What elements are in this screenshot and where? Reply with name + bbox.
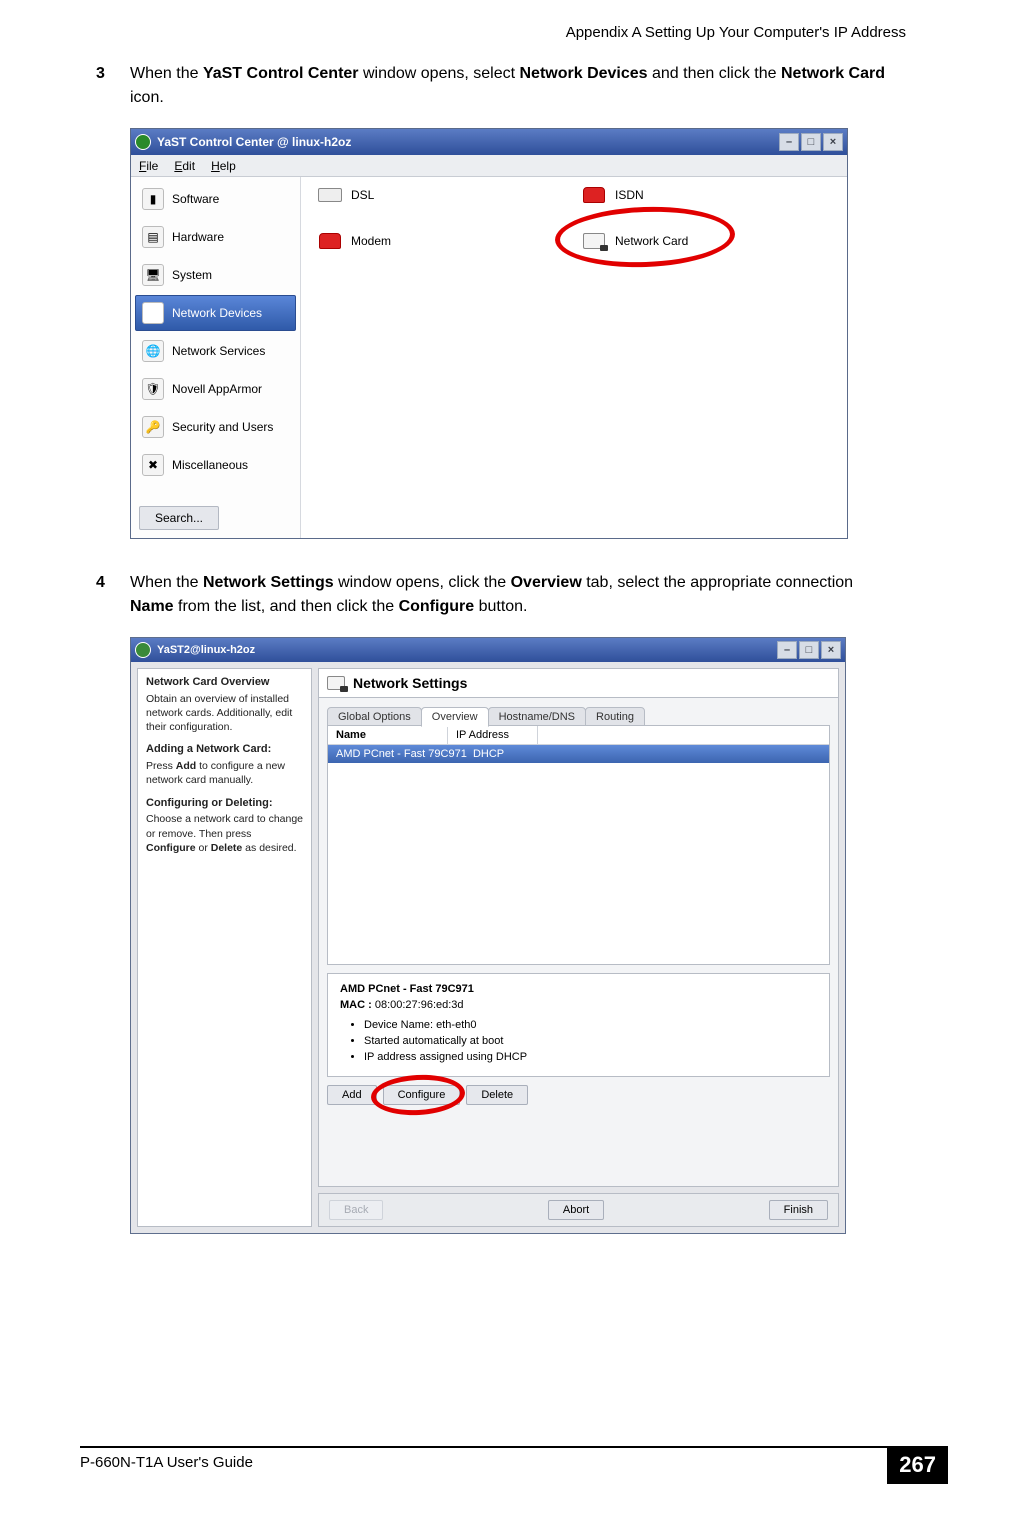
panel-title: Network Settings [318, 668, 839, 697]
sidebar-item-miscellaneous[interactable]: ✖Miscellaneous [135, 447, 296, 483]
detail-devname: Device Name: eth-eth0 [364, 1018, 817, 1034]
software-icon: ▮ [142, 188, 164, 210]
misc-icon: ✖ [142, 454, 164, 476]
help-p3: Choose a network card to change or remov… [146, 812, 303, 855]
network-services-icon: 🌐 [142, 340, 164, 362]
step-3-number: 3 [96, 62, 130, 110]
footer-guide: P-660N-T1A User's Guide [80, 1454, 253, 1471]
sidebar-item-software[interactable]: ▮Software [135, 181, 296, 217]
annotation-circle-network-card [554, 204, 736, 270]
window-titlebar: YaST Control Center @ linux-h2oz – □ × [131, 129, 847, 155]
sidebar-item-novell-apparmor[interactable]: 🛡Novell AppArmor [135, 371, 296, 407]
detail-model: AMD PCnet - Fast 79C971 [340, 982, 817, 998]
screenshot-network-settings: YaST2@linux-h2oz – □ × Network Card Over… [130, 637, 846, 1234]
list-row-selected[interactable]: AMD PCnet - Fast 79C971 DHCP [328, 745, 829, 763]
wizard-nav: Back Abort Finish [318, 1193, 839, 1227]
step-4-text: When the Network Settings window opens, … [130, 571, 886, 619]
help-h2: Adding a Network Card: [146, 742, 303, 757]
footer-rule [80, 1446, 948, 1448]
sidebar-item-hardware[interactable]: ▤Hardware [135, 219, 296, 255]
add-button[interactable]: Add [327, 1085, 377, 1105]
menu-help[interactable]: Help [211, 159, 236, 173]
back-button: Back [329, 1200, 383, 1220]
sidebar-item-system[interactable]: 🖥System [135, 257, 296, 293]
menubar: File Edit Help [131, 155, 847, 177]
card-details: AMD PCnet - Fast 79C971 MAC : 08:00:27:9… [327, 973, 830, 1077]
action-buttons: Add Configure Delete [327, 1085, 830, 1105]
sidebar-item-network-services[interactable]: 🌐Network Services [135, 333, 296, 369]
page-number: 267 [887, 1446, 948, 1484]
delete-button[interactable]: Delete [466, 1085, 528, 1105]
window-titlebar: YaST2@linux-h2oz – □ × [131, 638, 845, 662]
category-sidebar: ▮Software ▤Hardware 🖥System 🖧Network Dev… [131, 177, 301, 538]
maximize-button[interactable]: □ [801, 133, 821, 151]
window-title: YaST Control Center @ linux-h2oz [157, 135, 351, 149]
tab-global-options[interactable]: Global Options [327, 707, 422, 727]
close-button[interactable]: × [823, 133, 843, 151]
tabs: Global Options Overview Hostname/DNS Rou… [327, 706, 830, 726]
help-h3: Configuring or Deleting: [146, 796, 303, 811]
yast-icon [135, 134, 151, 150]
menu-edit[interactable]: Edit [174, 159, 195, 173]
help-panel: Network Card Overview Obtain an overview… [137, 668, 312, 1227]
col-name[interactable]: Name [328, 726, 448, 744]
detail-start: Started automatically at boot [364, 1034, 817, 1050]
sidebar-item-network-devices[interactable]: 🖧Network Devices [135, 295, 296, 331]
tab-hostname-dns[interactable]: Hostname/DNS [488, 707, 586, 727]
help-h1: Network Card Overview [146, 675, 303, 690]
hardware-icon: ▤ [142, 226, 164, 248]
help-p2: Press Add to configure a new network car… [146, 759, 303, 787]
annotation-circle-configure [370, 1072, 466, 1117]
network-devices-icon: 🖧 [142, 302, 164, 324]
security-icon: 🔑 [142, 416, 164, 438]
finish-button[interactable]: Finish [769, 1200, 828, 1220]
tab-overview[interactable]: Overview [421, 707, 489, 727]
minimize-button[interactable]: – [779, 133, 799, 151]
maximize-button[interactable]: □ [799, 641, 819, 659]
list-header: Name IP Address [328, 726, 829, 745]
apparmor-icon: 🛡 [142, 378, 164, 400]
running-header: Appendix A Setting Up Your Computer's IP… [566, 24, 906, 41]
screenshot-yast-control-center: YaST Control Center @ linux-h2oz – □ × F… [130, 128, 848, 539]
detail-ip-mode: IP address assigned using DHCP [364, 1050, 817, 1066]
window-title: YaST2@linux-h2oz [157, 644, 255, 656]
search-button[interactable]: Search... [139, 506, 219, 530]
tab-routing[interactable]: Routing [585, 707, 645, 727]
detail-mac: MAC : 08:00:27:96:ed:3d [340, 998, 817, 1014]
system-icon: 🖥 [142, 264, 164, 286]
isdn-icon [581, 185, 607, 205]
dsl-icon [317, 185, 343, 205]
menu-file[interactable]: File [139, 159, 158, 173]
minimize-button[interactable]: – [777, 641, 797, 659]
help-p1: Obtain an overview of installed network … [146, 692, 303, 735]
abort-button[interactable]: Abort [548, 1200, 604, 1220]
network-settings-icon [327, 676, 345, 690]
step-4-number: 4 [96, 571, 130, 619]
step-3-text: When the YaST Control Center window open… [130, 62, 886, 110]
col-ip[interactable]: IP Address [448, 726, 538, 744]
modem-icon [317, 231, 343, 251]
device-dsl[interactable]: DSL [317, 185, 374, 205]
close-button[interactable]: × [821, 641, 841, 659]
sidebar-item-security-users[interactable]: 🔑Security and Users [135, 409, 296, 445]
device-modem[interactable]: Modem [317, 231, 391, 251]
card-list[interactable]: Name IP Address AMD PCnet - Fast 79C971 … [327, 725, 830, 965]
device-isdn[interactable]: ISDN [581, 185, 644, 205]
device-pane: DSL Modem ISDN Network Card [301, 177, 847, 538]
step-4: 4 When the Network Settings window opens… [96, 571, 886, 619]
yast-icon [135, 642, 151, 658]
step-3: 3 When the YaST Control Center window op… [96, 62, 886, 110]
